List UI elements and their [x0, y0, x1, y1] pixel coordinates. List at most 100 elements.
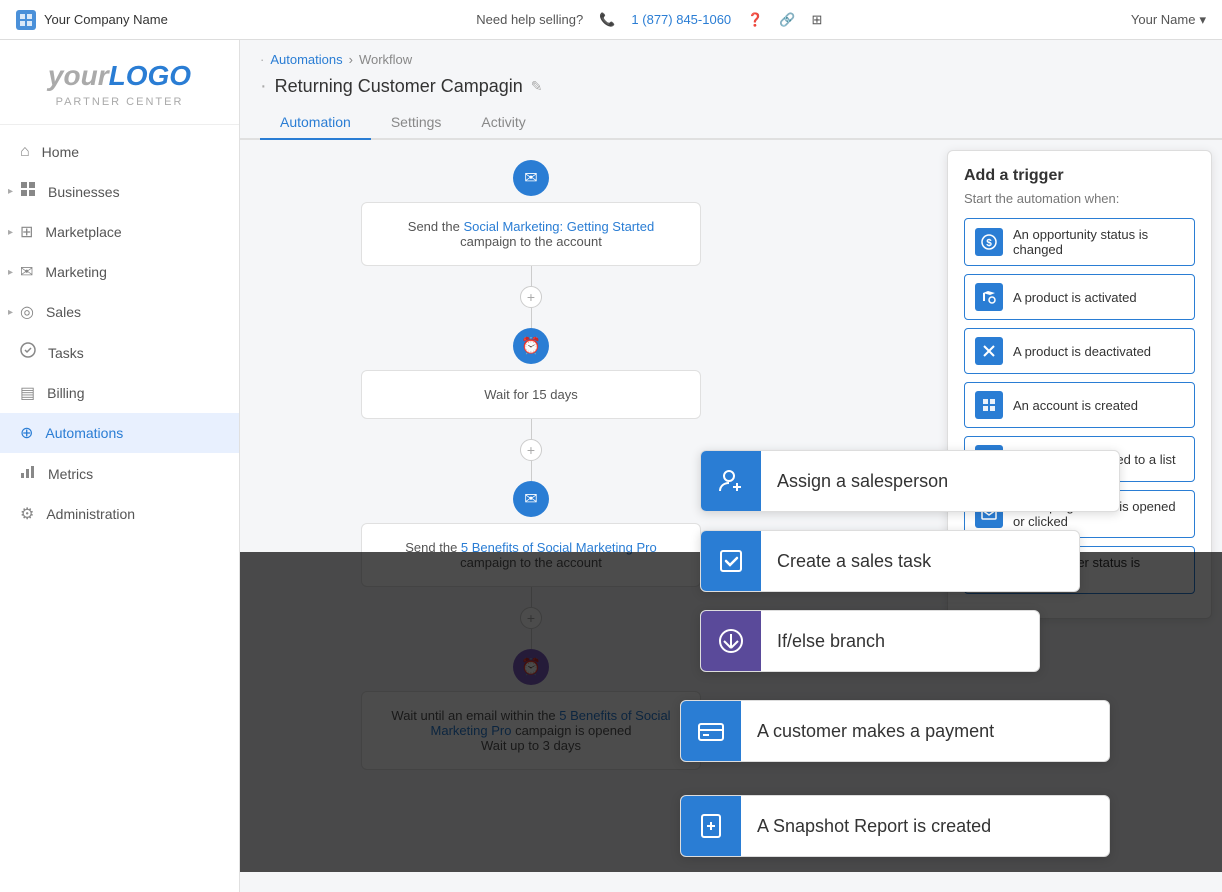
sidebar-item-administration[interactable]: ⚙ Administration	[0, 494, 239, 534]
connector-2a	[531, 419, 532, 439]
help-text: Need help selling?	[476, 12, 583, 27]
sidebar-item-label: Billing	[47, 385, 84, 401]
if-else-icon	[701, 611, 761, 671]
main-navigation: ⌂ Home ▸ Businesses ▸ ⊞ Marketplace ▸ ✉ …	[0, 125, 239, 892]
workflow-step-1[interactable]: Send the Social Marketing: Getting Start…	[361, 202, 701, 266]
if-else-label: If/else branch	[761, 631, 901, 652]
sidebar-item-metrics[interactable]: Metrics	[0, 453, 239, 494]
action-card-snapshot-report[interactable]: A Snapshot Report is created	[680, 795, 1110, 857]
marketplace-icon: ⊞	[20, 222, 33, 242]
step1-link[interactable]: Social Marketing: Getting Started	[463, 219, 654, 234]
edit-icon[interactable]: ✎	[531, 78, 543, 95]
action-card-if-else[interactable]: If/else branch	[700, 610, 1040, 672]
arrow-icon: ▸	[8, 186, 13, 197]
add-step-1[interactable]: +	[520, 286, 542, 308]
company-name: Your Company Name	[44, 12, 168, 27]
step1-text-after: campaign to the account	[460, 234, 602, 249]
logo: yourLOGO	[16, 60, 223, 92]
trigger-account-created[interactable]: An account is created	[964, 382, 1195, 428]
businesses-icon	[20, 181, 36, 202]
tab-automation[interactable]: Automation	[260, 106, 371, 140]
tab-activity[interactable]: Activity	[461, 106, 545, 140]
sidebar-item-sales[interactable]: ▸ ◎ Sales	[0, 292, 239, 332]
panel-subtitle: Start the automation when:	[964, 191, 1195, 206]
link-icon[interactable]: 🔗	[779, 12, 795, 28]
user-menu[interactable]: Your Name ▾	[1131, 12, 1206, 28]
administration-icon: ⚙	[20, 504, 34, 524]
sales-icon: ◎	[20, 302, 34, 322]
help-icon[interactable]: ❓	[747, 12, 763, 28]
phone-number[interactable]: 1 (877) 845-1060	[631, 12, 731, 27]
arrow-icon: ▸	[8, 267, 13, 278]
step2-text: Wait for 15 days	[484, 387, 577, 402]
step1-icon: ✉	[513, 160, 549, 196]
sidebar-item-automations[interactable]: ⊕ Automations	[0, 413, 239, 453]
breadcrumb-current: Workflow	[359, 52, 412, 67]
tasks-icon	[20, 342, 36, 363]
sidebar-item-label: Metrics	[48, 466, 93, 482]
trigger-label: A product is deactivated	[1013, 344, 1151, 359]
trigger-icon	[975, 391, 1003, 419]
phone-icon: 📞	[599, 12, 615, 28]
marketing-icon: ✉	[20, 262, 33, 282]
tab-settings[interactable]: Settings	[371, 106, 462, 140]
user-name-label: Your Name	[1131, 12, 1196, 27]
snapshot-report-label: A Snapshot Report is created	[741, 816, 1007, 837]
trigger-label: An opportunity status is changed	[1013, 227, 1184, 257]
connector-1b	[531, 308, 532, 328]
create-sales-task-label: Create a sales task	[761, 551, 947, 572]
content-area: ✉ Send the Social Marketing: Getting Sta…	[240, 140, 1222, 872]
step3-icon: ✉	[513, 481, 549, 517]
home-icon: ⌂	[20, 143, 30, 161]
action-card-customer-payment[interactable]: A customer makes a payment	[680, 700, 1110, 762]
sidebar-item-marketing[interactable]: ▸ ✉ Marketing	[0, 252, 239, 292]
trigger-opp-status[interactable]: $ An opportunity status is changed	[964, 218, 1195, 266]
company-icon	[16, 10, 36, 30]
trigger-label: A product is activated	[1013, 290, 1137, 305]
breadcrumb-parent[interactable]: Automations	[270, 52, 342, 67]
metrics-icon	[20, 463, 36, 484]
sidebar-item-billing[interactable]: ▤ Billing	[0, 373, 239, 413]
arrow-icon: ▸	[8, 227, 13, 238]
company-info: Your Company Name	[16, 10, 168, 30]
main-content: · Automations › Workflow · Returning Cus…	[240, 40, 1222, 892]
automations-icon: ⊕	[20, 423, 33, 443]
sidebar-item-label: Home	[42, 144, 79, 160]
sidebar-item-label: Marketplace	[45, 224, 121, 240]
trigger-label: An account is created	[1013, 398, 1138, 413]
tabs-bar: Automation Settings Activity	[240, 106, 1222, 140]
trigger-product-activated[interactable]: A product is activated	[964, 274, 1195, 320]
logo-bold: LOGO	[109, 60, 191, 91]
sidebar-item-label: Businesses	[48, 184, 120, 200]
partner-label: PARTNER CENTER	[16, 96, 223, 108]
svg-text:$: $	[986, 238, 992, 249]
billing-icon: ▤	[20, 383, 35, 403]
trigger-product-deactivated[interactable]: A product is deactivated	[964, 328, 1195, 374]
trigger-icon	[975, 337, 1003, 365]
logo-light: your	[48, 60, 109, 91]
top-navigation: Your Company Name Need help selling? 📞 1…	[0, 0, 1222, 40]
sidebar-item-label: Administration	[46, 506, 135, 522]
connector-2b	[531, 461, 532, 481]
sidebar-item-tasks[interactable]: Tasks	[0, 332, 239, 373]
sidebar-item-label: Sales	[46, 304, 81, 320]
sidebar-item-marketplace[interactable]: ▸ ⊞ Marketplace	[0, 212, 239, 252]
panel-title: Add a trigger	[964, 167, 1195, 185]
arrow-icon: ▸	[8, 307, 13, 318]
snapshot-report-icon	[681, 796, 741, 856]
sidebar-item-label: Marketing	[45, 264, 106, 280]
add-step-2[interactable]: +	[520, 439, 542, 461]
action-card-assign-salesperson[interactable]: Assign a salesperson	[700, 450, 1120, 512]
step1-text-before: Send the	[408, 219, 464, 234]
customer-payment-icon	[681, 701, 741, 761]
workflow-step-2[interactable]: Wait for 15 days	[361, 370, 701, 419]
assign-salesperson-label: Assign a salesperson	[761, 471, 964, 492]
customer-payment-label: A customer makes a payment	[741, 721, 1010, 742]
sidebar-item-businesses[interactable]: ▸ Businesses	[0, 171, 239, 212]
nav-center: Need help selling? 📞 1 (877) 845-1060 ❓ …	[476, 12, 822, 28]
page-title-dot: ·	[260, 75, 267, 98]
action-card-create-sales-task[interactable]: Create a sales task	[700, 530, 1080, 592]
sidebar: yourLOGO PARTNER CENTER ⌂ Home ▸ Busines…	[0, 40, 240, 892]
grid-icon[interactable]: ⊞	[812, 12, 823, 28]
sidebar-item-home[interactable]: ⌂ Home	[0, 133, 239, 171]
